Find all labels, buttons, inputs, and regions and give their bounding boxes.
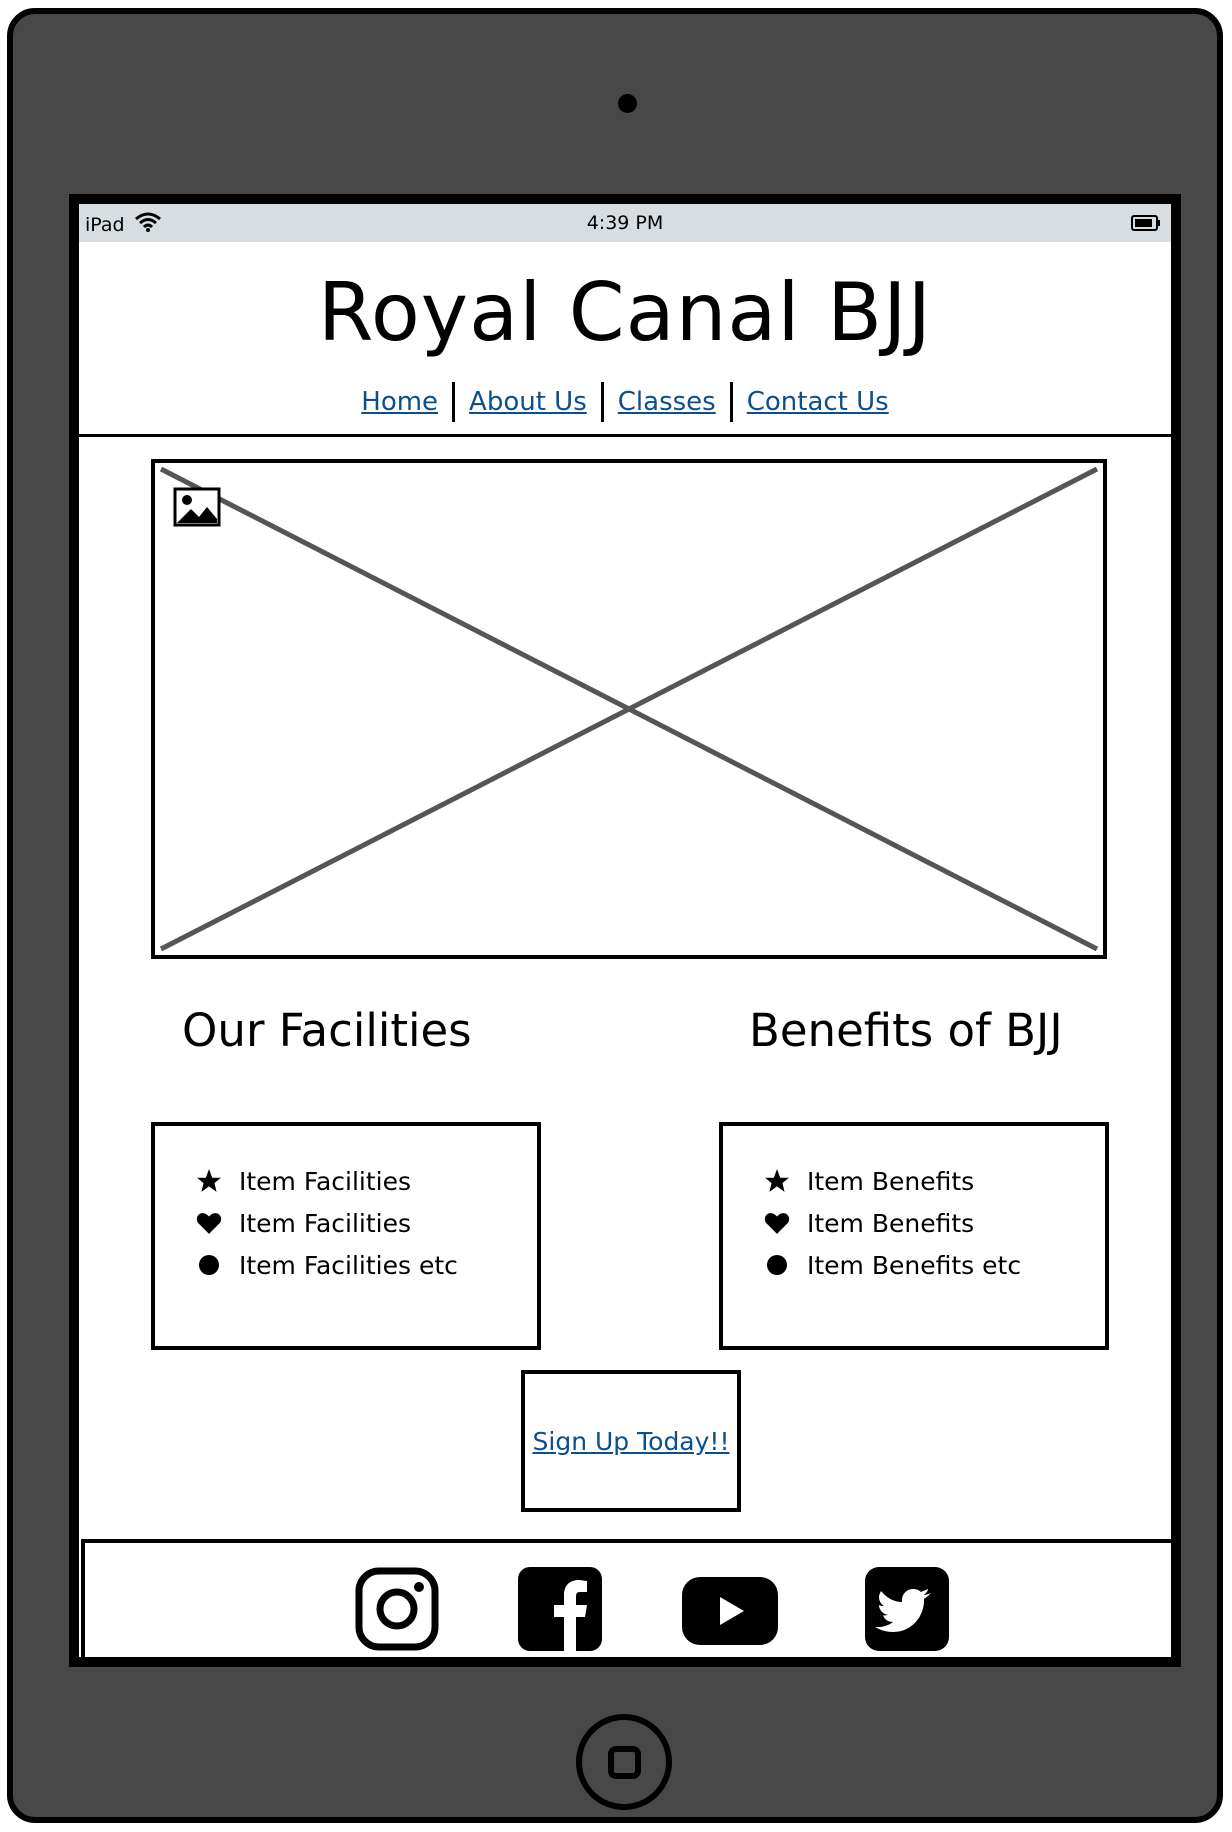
nav-home[interactable]: Home	[347, 387, 452, 417]
heart-icon	[763, 1211, 791, 1235]
list-item-text: Item Benefits	[807, 1208, 975, 1238]
benefits-heading: Benefits of BJJ	[749, 1004, 1063, 1057]
facilities-list: Item Facilities Item Facilities Item Fac…	[151, 1122, 541, 1350]
tablet-frame: iPad 4:39 PM Royal Canal BJJ Home About …	[7, 8, 1223, 1823]
circle-icon	[763, 1253, 791, 1277]
camera	[618, 94, 637, 113]
twitter-icon[interactable]	[865, 1567, 949, 1655]
hero-image-placeholder	[151, 459, 1107, 959]
list-item: Item Benefits	[763, 1160, 1105, 1202]
nav-classes[interactable]: Classes	[604, 387, 730, 417]
facilities-heading: Our Facilities	[182, 1004, 472, 1057]
main-nav: Home About Us Classes Contact Us	[79, 382, 1171, 422]
status-bar: iPad 4:39 PM	[79, 204, 1171, 242]
list-item: Item Benefits	[763, 1202, 1105, 1244]
list-item: Item Facilities etc	[195, 1244, 537, 1286]
battery-icon	[1131, 214, 1161, 237]
list-item-text: Item Benefits etc	[807, 1250, 1022, 1280]
star-icon	[763, 1168, 791, 1194]
signup-link[interactable]: Sign Up Today!!	[533, 1427, 730, 1456]
circle-icon	[195, 1253, 223, 1277]
list-item: Item Benefits etc	[763, 1244, 1105, 1286]
clock: 4:39 PM	[586, 212, 664, 234]
heart-icon	[195, 1211, 223, 1235]
signup-box: Sign Up Today!!	[521, 1370, 741, 1512]
list-item-text: Item Facilities	[239, 1208, 411, 1238]
star-icon	[195, 1168, 223, 1194]
list-item-text: Item Facilities	[239, 1166, 411, 1196]
nav-about-us[interactable]: About Us	[455, 387, 601, 417]
instagram-icon[interactable]	[355, 1567, 439, 1655]
header-divider	[79, 434, 1171, 437]
list-item-text: Item Facilities etc	[239, 1250, 458, 1280]
nav-contact-us[interactable]: Contact Us	[733, 387, 903, 417]
benefits-list: Item Benefits Item Benefits Item Benefit…	[719, 1122, 1109, 1350]
list-item-text: Item Benefits	[807, 1166, 975, 1196]
site-title: Royal Canal BJJ	[317, 266, 933, 359]
list-item: Item Facilities	[195, 1160, 537, 1202]
home-button[interactable]	[576, 1714, 672, 1810]
youtube-icon[interactable]	[682, 1577, 778, 1649]
facebook-icon[interactable]	[518, 1567, 602, 1655]
home-button-square	[608, 1746, 641, 1779]
list-item: Item Facilities	[195, 1202, 537, 1244]
screen: iPad 4:39 PM Royal Canal BJJ Home About …	[69, 194, 1181, 1667]
footer	[81, 1539, 1171, 1657]
